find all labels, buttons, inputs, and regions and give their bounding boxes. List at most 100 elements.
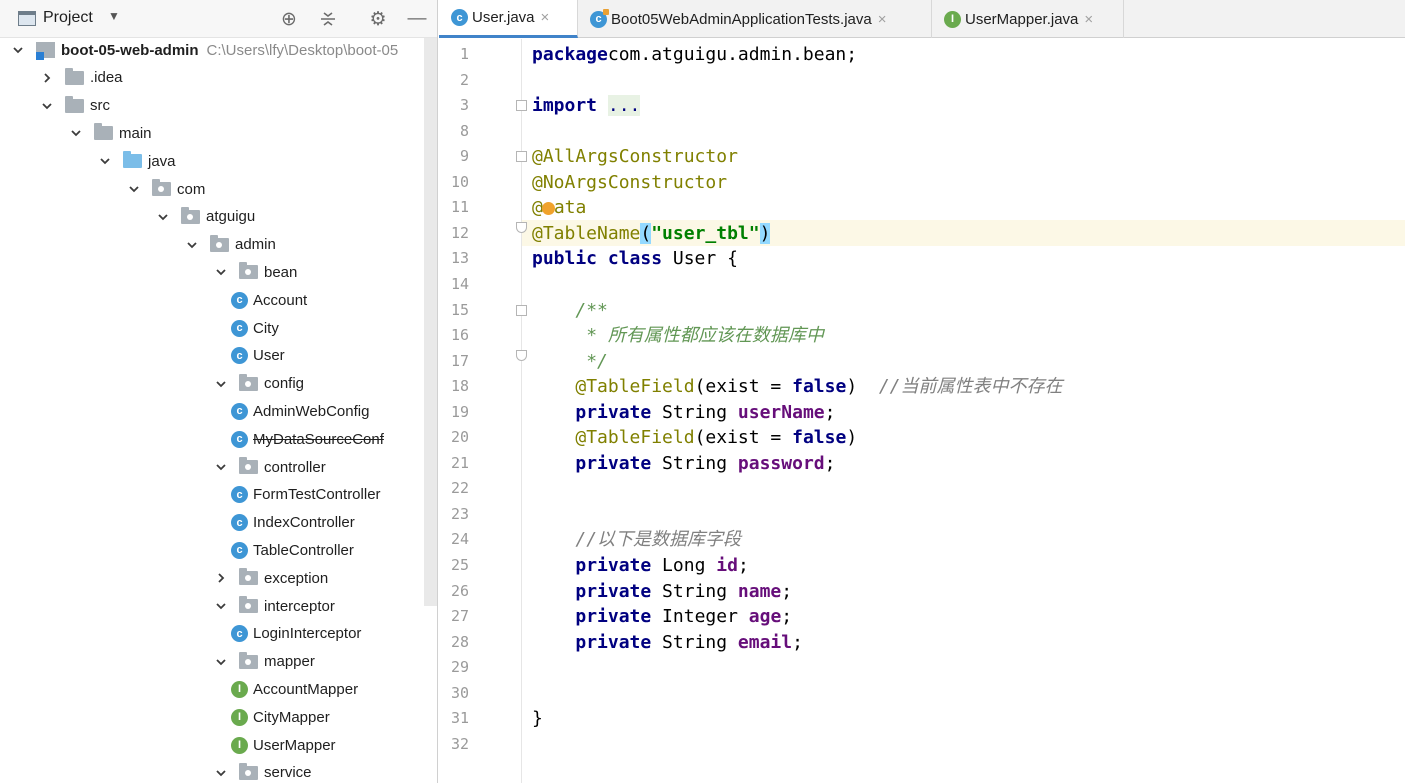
tree-item-bean[interactable]: bean bbox=[213, 258, 297, 286]
class-icon: c bbox=[231, 291, 248, 309]
tab-usermapper[interactable]: I UserMapper.java × bbox=[932, 0, 1124, 38]
tree-item-com[interactable]: com bbox=[126, 175, 205, 203]
project-view-selector[interactable]: Project bbox=[43, 9, 93, 27]
tree-item-interceptor[interactable]: interceptor bbox=[213, 592, 335, 620]
chevron-down-icon[interactable] bbox=[184, 237, 200, 253]
fold-start-icon[interactable] bbox=[516, 304, 527, 316]
chevron-down-icon[interactable]: ▼ bbox=[108, 9, 120, 23]
tree-item-main[interactable]: main bbox=[68, 119, 152, 147]
code-line[interactable]: private String userName; bbox=[532, 400, 835, 425]
tree-item-indexcontroller[interactable]: c IndexController bbox=[231, 509, 355, 537]
code-line[interactable]: @TableField(exist = false) bbox=[532, 425, 857, 450]
fold-start-icon[interactable] bbox=[516, 151, 527, 163]
tree-item-city[interactable]: c City bbox=[231, 314, 279, 342]
class-icon: c bbox=[231, 625, 248, 643]
tree-item-label: FormTestController bbox=[253, 486, 381, 504]
tab-user[interactable]: c User.java × bbox=[439, 0, 578, 38]
fold-end-icon[interactable] bbox=[516, 349, 527, 361]
chevron-right-icon[interactable] bbox=[213, 570, 229, 586]
hide-panel-icon[interactable]: — bbox=[405, 6, 429, 32]
annotation: @AllArgsConstructor bbox=[532, 146, 738, 168]
code-line[interactable]: */ bbox=[532, 349, 608, 374]
close-icon[interactable]: × bbox=[878, 11, 887, 28]
code-line[interactable]: public class User { bbox=[532, 246, 738, 271]
code-line[interactable]: * 所有属性都应该在数据库中 bbox=[532, 323, 824, 348]
keyword: private bbox=[575, 452, 652, 474]
tree-item-account[interactable]: c Account bbox=[231, 286, 307, 314]
package-icon bbox=[239, 373, 258, 391]
tree-item-atguigu[interactable]: atguigu bbox=[155, 203, 255, 231]
tree-item-accountmapper[interactable]: I AccountMapper bbox=[231, 675, 358, 703]
code-line[interactable]: } bbox=[532, 706, 543, 731]
chevron-down-icon[interactable] bbox=[213, 765, 229, 781]
tree-item-formtestcontroller[interactable]: c FormTestController bbox=[231, 481, 381, 509]
code-line[interactable]: //以下是数据库字段 bbox=[532, 527, 741, 552]
tree-item-tablecontroller[interactable]: c TableController bbox=[231, 536, 354, 564]
collapse-all-icon[interactable] bbox=[316, 6, 340, 32]
tree-item-service[interactable]: service bbox=[213, 759, 312, 783]
field-name: id bbox=[716, 555, 738, 576]
tree-item--idea[interactable]: .idea bbox=[39, 64, 123, 92]
folded-imports[interactable]: ... bbox=[607, 95, 641, 117]
chevron-down-icon[interactable] bbox=[213, 654, 229, 670]
folder-icon bbox=[65, 95, 84, 113]
fold-end-icon[interactable] bbox=[516, 221, 527, 233]
tree-item-citymapper[interactable]: I CityMapper bbox=[231, 703, 330, 731]
tree-item-user[interactable]: c User bbox=[231, 342, 285, 370]
line-number: 32 bbox=[450, 734, 469, 753]
tree-item-logininterceptor[interactable]: c LoginInterceptor bbox=[231, 620, 361, 648]
tree-item-mydatasourceconf[interactable]: c MyDataSourceConf bbox=[231, 425, 384, 453]
code-line[interactable]: private Long id; bbox=[532, 553, 748, 578]
gear-icon[interactable]: ⚙ bbox=[366, 6, 390, 32]
chevron-down-icon[interactable] bbox=[155, 209, 171, 225]
code-line[interactable]: packagecom.atguigu.admin.bean; bbox=[532, 42, 857, 67]
chevron-right-icon[interactable] bbox=[39, 70, 55, 86]
tree-item-boot-05-web-admin[interactable]: boot-05-web-admin C:\Users\lfy\Desktop\bo… bbox=[10, 36, 398, 64]
project-tool-window: Project ▼ ⊕ ⚙ — boot-05-web-admin C:\User… bbox=[0, 0, 438, 783]
tree-item-config[interactable]: config bbox=[213, 370, 304, 398]
chevron-down-icon[interactable] bbox=[213, 459, 229, 475]
code-token: User { bbox=[662, 248, 738, 270]
fold-start-icon[interactable] bbox=[516, 100, 527, 112]
source-folder-icon bbox=[123, 151, 142, 169]
chevron-down-icon[interactable] bbox=[126, 181, 142, 197]
code-token: String bbox=[651, 452, 738, 474]
tab-boot05webadminapplicationtests[interactable]: c Boot05WebAdminApplicationTests.java × bbox=[578, 0, 932, 38]
code-line[interactable]: @AllArgsConstructor bbox=[532, 144, 738, 169]
tree-item-mapper[interactable]: mapper bbox=[213, 648, 315, 676]
code-line[interactable]: /** bbox=[532, 298, 608, 323]
chevron-down-icon[interactable] bbox=[10, 42, 26, 58]
tree-item-controller[interactable]: controller bbox=[213, 453, 326, 481]
chevron-down-icon[interactable] bbox=[97, 153, 113, 169]
tree-item-java[interactable]: java bbox=[97, 147, 176, 175]
chevron-down-icon[interactable] bbox=[68, 125, 84, 141]
doc-comment: /** bbox=[575, 299, 608, 321]
code-line[interactable]: @NoArgsConstructor bbox=[532, 170, 727, 195]
close-icon[interactable]: × bbox=[541, 9, 550, 26]
tree-scrollbar[interactable] bbox=[424, 38, 437, 606]
line-number: 23 bbox=[450, 504, 469, 523]
chevron-down-icon[interactable] bbox=[213, 264, 229, 280]
code-line[interactable]: private String email; bbox=[532, 630, 803, 655]
code-token: ; bbox=[781, 580, 793, 602]
code-line[interactable]: import ... bbox=[532, 93, 641, 118]
chevron-down-icon[interactable] bbox=[39, 98, 55, 114]
code-line[interactable]: private Integer age; bbox=[532, 604, 792, 629]
tree-item-exception[interactable]: exception bbox=[213, 564, 328, 592]
code-line[interactable]: @TableField(exist = false) //当前属性表中不存在 bbox=[532, 374, 1062, 399]
code-line[interactable]: @TableName("user_tbl") bbox=[532, 221, 771, 246]
code-line[interactable]: private String password; bbox=[532, 451, 835, 476]
line-number: 2 bbox=[459, 70, 469, 89]
code-line[interactable]: private String name; bbox=[532, 579, 792, 604]
tree-item-src[interactable]: src bbox=[39, 92, 110, 120]
chevron-down-icon[interactable] bbox=[213, 376, 229, 392]
tree-item-usermapper[interactable]: I UserMapper bbox=[231, 731, 336, 759]
code-line[interactable]: @ ata bbox=[532, 195, 586, 220]
tree-item-adminwebconfig[interactable]: c AdminWebConfig bbox=[231, 397, 369, 425]
close-icon[interactable]: × bbox=[1084, 11, 1093, 28]
code-editor[interactable]: 1 2 3 8 9 10 11 12 13 14 15 16 17 18 19 20 21 22 23 24 25 26 2… bbox=[439, 39, 1405, 783]
tree-item-admin[interactable]: admin bbox=[184, 231, 276, 259]
chevron-down-icon[interactable] bbox=[213, 598, 229, 614]
locate-file-icon[interactable]: ⊕ bbox=[277, 6, 301, 32]
